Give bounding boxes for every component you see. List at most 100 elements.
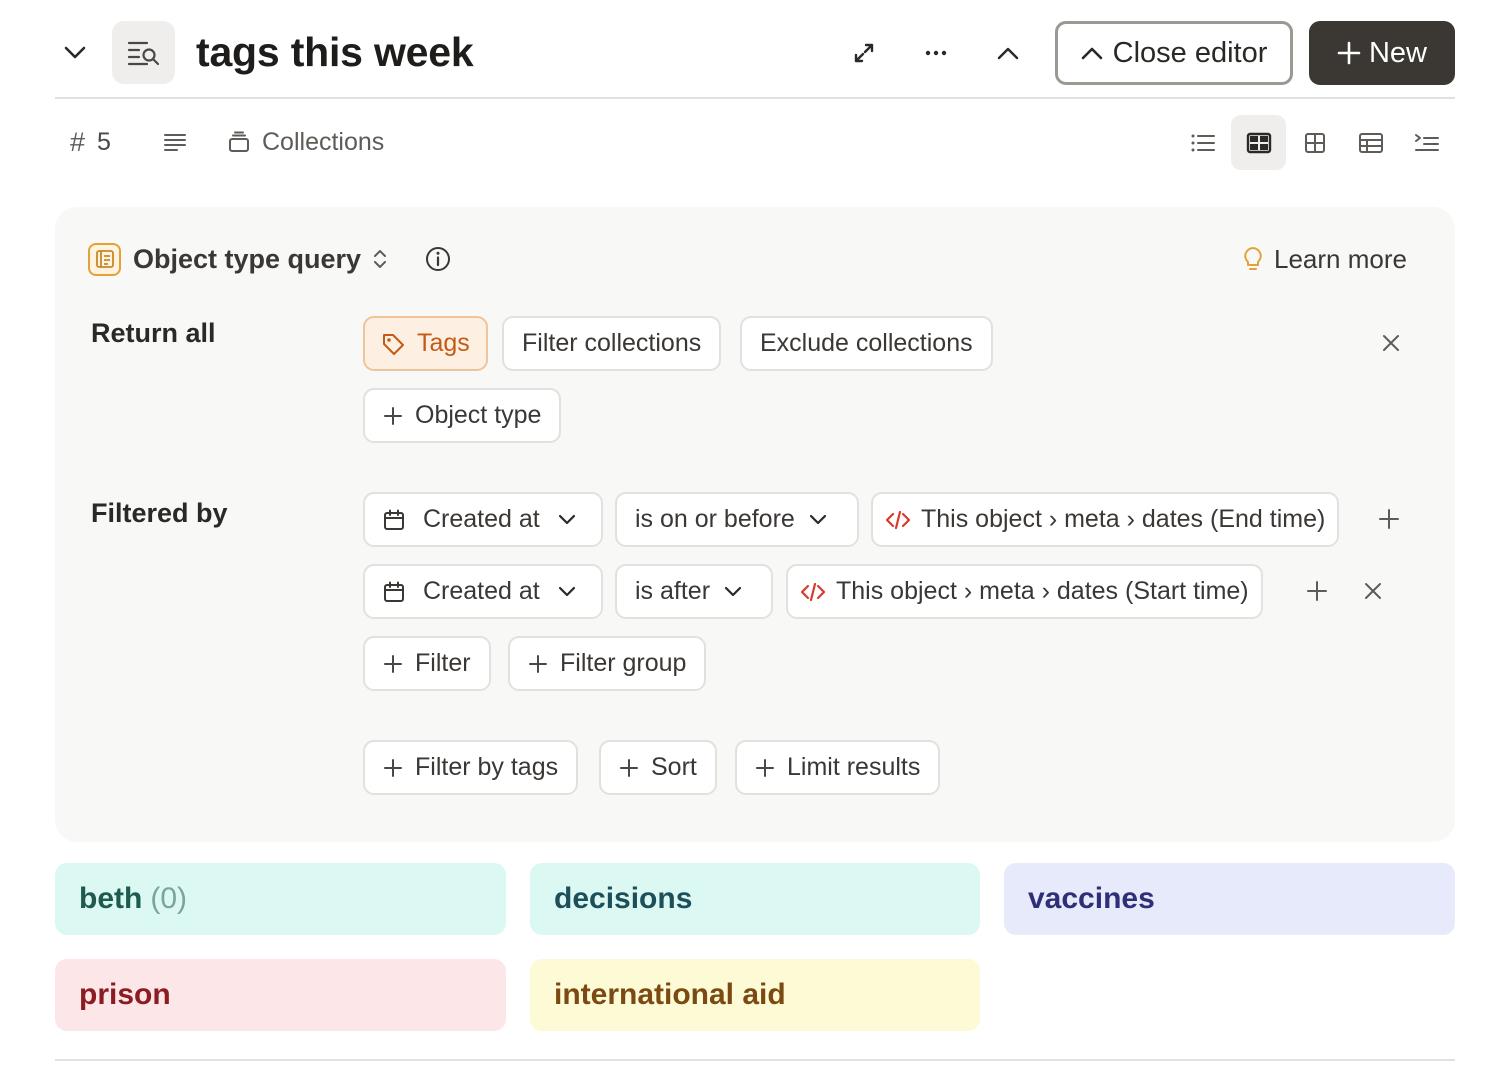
chevron-up-icon [1081, 46, 1103, 60]
add-object-type-button[interactable]: Object type [363, 388, 562, 443]
sort-label: Sort [651, 753, 697, 781]
limit-results-button[interactable]: Limit results [735, 740, 941, 795]
learn-more-link[interactable]: Learn more [1242, 240, 1407, 278]
tag-card-name: international aid [554, 978, 786, 1011]
plus-icon [528, 654, 548, 674]
filter-by-tags-label: Filter by tags [415, 753, 559, 781]
return-all-label: Return all [91, 318, 216, 348]
close-icon [1363, 581, 1383, 601]
grid-view-icon [1304, 132, 1326, 154]
collections-icon [228, 131, 250, 153]
add-filter-button[interactable]: Filter [363, 636, 491, 691]
exclude-collections-label: Exclude collections [760, 329, 973, 357]
remove-return-button[interactable] [1371, 323, 1411, 363]
tag-card-name: prison [79, 978, 171, 1011]
chevron-up-icon [997, 46, 1019, 60]
plus-icon [383, 758, 403, 778]
filtered-by-label: Filtered by [91, 498, 228, 528]
plus-icon [755, 758, 775, 778]
plus-icon [383, 406, 403, 426]
result-count[interactable]: # 5 [70, 122, 111, 162]
header-divider [55, 97, 1455, 99]
page-title[interactable]: tags this week [196, 26, 474, 78]
filter-field-label: Created at [423, 505, 540, 533]
close-editor-label: Close editor [1112, 36, 1268, 69]
close-editor-button[interactable]: Close editor [1055, 21, 1293, 85]
tag-card-count: (0) [150, 882, 187, 915]
filter-value-field[interactable]: This object › meta › dates (Start time) [786, 564, 1263, 619]
chevron-down-icon [558, 514, 576, 526]
add-and-filter-button[interactable] [1297, 571, 1337, 611]
filter-field-label: Created at [423, 577, 540, 605]
list-view-icon [1190, 132, 1216, 154]
chevron-down-icon [809, 514, 827, 526]
chevron-down-icon [724, 586, 742, 598]
expand-button[interactable] [844, 33, 884, 73]
object-type-icon [88, 242, 121, 276]
tag-card-name: decisions [554, 882, 693, 915]
tags-chip-label: Tags [417, 329, 470, 357]
tag-card[interactable]: international aid [530, 959, 980, 1031]
filter-collections-chip[interactable]: Filter collections [502, 316, 722, 371]
filter-operator-label: is on or before [635, 505, 795, 533]
new-label: New [1368, 36, 1427, 69]
add-and-filter-button[interactable] [1369, 499, 1409, 539]
outline-view-button[interactable] [1399, 115, 1454, 170]
query-type-selector[interactable]: Object type query [88, 240, 387, 278]
filter-collections-label: Filter collections [522, 329, 702, 357]
tag-card[interactable]: decisions [530, 863, 980, 935]
filter-operator-select[interactable]: is after [615, 564, 773, 619]
card-view-icon [1246, 132, 1272, 154]
filter-field-select[interactable]: Created at [363, 564, 603, 619]
text-align-icon [163, 132, 187, 152]
filter-value-field[interactable]: This object › meta › dates (End time) [871, 492, 1340, 547]
collapse-up-button[interactable] [987, 33, 1029, 73]
chevron-updown-icon [373, 247, 387, 271]
query-type-button[interactable] [112, 21, 175, 84]
more-icon [925, 50, 947, 56]
chevron-down-icon [558, 586, 576, 598]
new-button[interactable]: New [1309, 21, 1455, 85]
object-type-label: Object type [415, 401, 542, 429]
collections-button[interactable]: Collections [228, 122, 384, 162]
table-view-icon [1358, 132, 1384, 154]
query-list-icon [127, 40, 161, 66]
more-options-button[interactable] [915, 33, 957, 73]
description-button[interactable] [163, 122, 187, 162]
remove-filter-button[interactable] [1353, 571, 1393, 611]
code-icon [800, 581, 826, 603]
tag-card[interactable]: prison [55, 959, 506, 1031]
close-icon [1381, 333, 1401, 353]
collections-label: Collections [262, 127, 385, 156]
plus-icon [1306, 580, 1328, 602]
filter-operator-label: is after [635, 577, 711, 605]
filter-by-tags-button[interactable]: Filter by tags [363, 740, 579, 795]
tag-card[interactable]: vaccines [1004, 863, 1455, 935]
sort-button[interactable]: Sort [599, 740, 717, 795]
chevron-down-icon [64, 46, 86, 60]
add-filter-label: Filter [415, 649, 471, 677]
info-icon[interactable] [424, 245, 452, 273]
table-view-button[interactable] [1343, 115, 1398, 170]
exclude-collections-chip[interactable]: Exclude collections [740, 316, 993, 371]
plus-icon [383, 654, 403, 674]
collapse-button[interactable] [56, 34, 94, 72]
filter-value-label: This object › meta › dates (End time) [921, 505, 1326, 533]
plus-icon [1337, 41, 1361, 65]
card-view-button[interactable] [1231, 115, 1286, 170]
code-icon [885, 509, 911, 531]
tag-card[interactable]: beth (0) [55, 863, 506, 935]
bottom-divider [55, 1059, 1455, 1061]
plus-icon [619, 758, 639, 778]
calendar-icon [383, 509, 405, 531]
count-value: 5 [97, 127, 111, 156]
filter-operator-select[interactable]: is on or before [615, 492, 859, 547]
expand-icon [853, 42, 875, 64]
tags-type-chip[interactable]: Tags [363, 316, 488, 371]
grid-view-button[interactable] [1287, 115, 1342, 170]
filter-value-label: This object › meta › dates (Start time) [836, 577, 1249, 605]
add-filter-group-button[interactable]: Filter group [508, 636, 707, 691]
query-type-label: Object type query [133, 243, 362, 274]
list-view-button[interactable] [1175, 115, 1230, 170]
filter-field-select[interactable]: Created at [363, 492, 603, 547]
